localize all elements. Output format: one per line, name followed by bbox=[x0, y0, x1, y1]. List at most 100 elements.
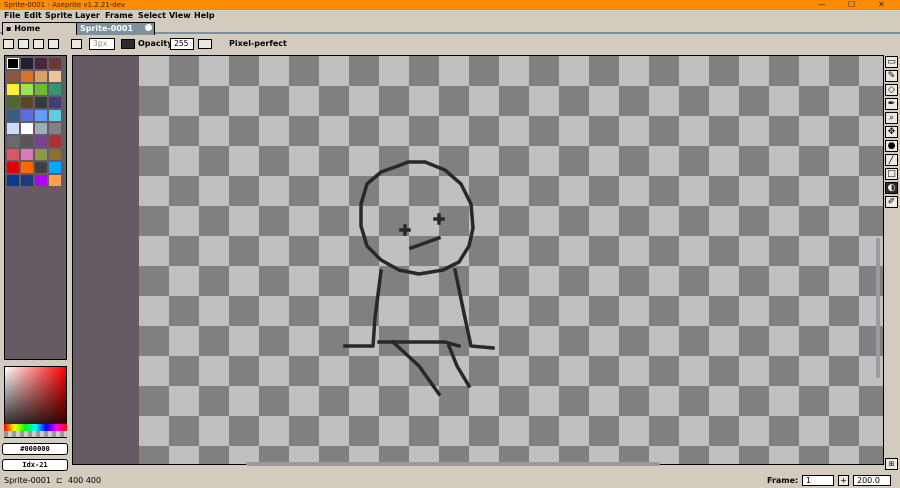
menu-sprite[interactable]: Sprite bbox=[45, 10, 72, 22]
palette-swatch[interactable] bbox=[49, 110, 61, 121]
sprite-dimensions: 400 400 bbox=[68, 476, 102, 485]
palette-swatch[interactable] bbox=[7, 58, 19, 69]
brush-size-field[interactable]: 3px bbox=[89, 38, 115, 50]
palette-swatch[interactable] bbox=[21, 149, 33, 160]
palette-swatch[interactable] bbox=[49, 162, 61, 173]
tab-sprite-label: Sprite-0001 bbox=[80, 24, 134, 33]
lock-icon[interactable] bbox=[3, 39, 14, 49]
palette-swatch[interactable] bbox=[21, 175, 33, 186]
hue-slider[interactable] bbox=[4, 424, 67, 431]
tab-sprite[interactable]: Sprite-0001 bbox=[76, 22, 155, 35]
palette-swatch[interactable] bbox=[35, 58, 47, 69]
palette-swatch[interactable] bbox=[21, 162, 33, 173]
foreground-color-button[interactable]: #000000 bbox=[2, 443, 68, 455]
palette-panel bbox=[4, 55, 67, 360]
rectangle-tool-icon[interactable]: □ bbox=[885, 168, 898, 180]
palette-swatch[interactable] bbox=[35, 84, 47, 95]
menu-lines-icon[interactable] bbox=[48, 39, 59, 49]
background-color-button[interactable]: Idx-21 bbox=[2, 459, 68, 471]
palette-swatch[interactable] bbox=[7, 149, 19, 160]
palette-swatch[interactable] bbox=[35, 175, 47, 186]
palette-swatch[interactable] bbox=[7, 175, 19, 186]
menu-select[interactable]: Select bbox=[138, 10, 166, 22]
palette-swatch[interactable] bbox=[7, 123, 19, 134]
palette-swatch[interactable] bbox=[7, 110, 19, 121]
zoom-field[interactable]: 200.0 bbox=[853, 475, 891, 486]
home-icon: ▪ bbox=[6, 24, 12, 33]
pencil-tool-icon[interactable]: ✎ bbox=[885, 70, 898, 82]
vertical-scrollbar[interactable] bbox=[876, 238, 880, 378]
palette-swatch[interactable] bbox=[49, 149, 61, 160]
menu-edit[interactable]: Edit bbox=[24, 10, 42, 22]
palette-swatch[interactable] bbox=[35, 123, 47, 134]
palette-swatch[interactable] bbox=[49, 175, 61, 186]
palette-swatch[interactable] bbox=[7, 162, 19, 173]
fill-tool-icon[interactable]: ● bbox=[885, 140, 898, 152]
minimize-button[interactable]: — bbox=[818, 0, 826, 9]
move-tool-icon[interactable]: ✥ bbox=[885, 126, 898, 138]
window-title: Sprite-0001 - Aseprite v1.2.21-dev bbox=[4, 1, 126, 9]
pixel-perfect-checkbox[interactable]: Pixel-perfect bbox=[229, 38, 287, 50]
frame-label: Frame: bbox=[767, 476, 799, 485]
status-bar: Sprite-0001 ⊏ 400 400 Frame: 1 + 200.0 bbox=[0, 473, 900, 488]
palette-swatch[interactable] bbox=[7, 97, 19, 108]
eraser-tool-icon[interactable]: ◇ bbox=[885, 84, 898, 96]
circle-brush-icon[interactable] bbox=[71, 39, 82, 49]
stick-figure-drawing bbox=[343, 160, 495, 397]
palette-swatch[interactable] bbox=[7, 71, 19, 82]
alpha-slider[interactable] bbox=[4, 431, 67, 437]
ink-icon[interactable] bbox=[121, 39, 135, 49]
frame-field[interactable]: 1 bbox=[802, 475, 834, 486]
palette-swatch[interactable] bbox=[49, 71, 61, 82]
palette-swatch[interactable] bbox=[7, 84, 19, 95]
text-tool-icon[interactable]: ✐ bbox=[885, 196, 898, 208]
maximize-button[interactable]: ☐ bbox=[848, 0, 855, 9]
tab-close-icon[interactable] bbox=[145, 24, 152, 31]
menu-layer[interactable]: Layer bbox=[75, 10, 100, 22]
palette-swatch[interactable] bbox=[21, 84, 33, 95]
title-bar: Sprite-0001 - Aseprite v1.2.21-dev — ☐ ✕ bbox=[0, 0, 900, 10]
dynamics-icon[interactable] bbox=[198, 39, 212, 49]
palette-swatch[interactable] bbox=[49, 84, 61, 95]
frame-icon: ⊏ bbox=[56, 476, 63, 485]
palette-swatch[interactable] bbox=[21, 97, 33, 108]
palette-swatch[interactable] bbox=[35, 97, 47, 108]
zoom-tool-icon[interactable]: ⌕ bbox=[885, 112, 898, 124]
arrow-down-icon[interactable] bbox=[18, 39, 29, 49]
palette-swatch[interactable] bbox=[35, 110, 47, 121]
palette-swatch[interactable] bbox=[49, 123, 61, 134]
eyedropper-tool-icon[interactable]: ✒ bbox=[885, 98, 898, 110]
palette-swatch[interactable] bbox=[35, 149, 47, 160]
palette-swatch[interactable] bbox=[35, 71, 47, 82]
horizontal-scrollbar[interactable] bbox=[246, 462, 660, 466]
menu-frame[interactable]: Frame bbox=[105, 10, 133, 22]
close-button[interactable]: ✕ bbox=[878, 0, 885, 9]
marquee-tool-icon[interactable]: ▭ bbox=[885, 56, 898, 68]
menu-help[interactable]: Help bbox=[194, 10, 215, 22]
add-frame-button[interactable]: + bbox=[838, 475, 849, 486]
tab-home[interactable]: ▪ Home bbox=[2, 22, 77, 35]
opacity-field[interactable]: 255 bbox=[170, 38, 194, 50]
palette-swatch[interactable] bbox=[49, 136, 61, 147]
palette-swatch[interactable] bbox=[21, 123, 33, 134]
menu-bar: File Edit Sprite Layer Frame Select View… bbox=[0, 10, 900, 22]
palette-swatch[interactable] bbox=[49, 97, 61, 108]
palette-swatch[interactable] bbox=[21, 71, 33, 82]
timeline-toggle-icon[interactable]: ⊞ bbox=[885, 458, 898, 470]
palette-swatch[interactable] bbox=[21, 58, 33, 69]
palette-swatch[interactable] bbox=[35, 136, 47, 147]
menu-file[interactable]: File bbox=[4, 10, 20, 22]
tools-bar: ▭ ✎ ◇ ✒ ⌕ ✥ ● ╱ □ ◐ ✐ ⊞ bbox=[884, 55, 900, 475]
line-tool-icon[interactable]: ╱ bbox=[885, 154, 898, 166]
blur-tool-icon[interactable]: ◐ bbox=[885, 182, 898, 194]
palette-swatch[interactable] bbox=[21, 136, 33, 147]
palette-swatch[interactable] bbox=[21, 110, 33, 121]
palette-swatch[interactable] bbox=[35, 162, 47, 173]
menu-view[interactable]: View bbox=[169, 10, 191, 22]
palette-swatch[interactable] bbox=[7, 136, 19, 147]
tab-bar: ▪ Home Sprite-0001 bbox=[0, 22, 900, 35]
sprite-name-status: Sprite-0001 bbox=[4, 476, 51, 485]
square-brush-icon[interactable] bbox=[33, 39, 44, 49]
palette-swatch[interactable] bbox=[49, 58, 61, 69]
editor-area bbox=[72, 55, 884, 465]
